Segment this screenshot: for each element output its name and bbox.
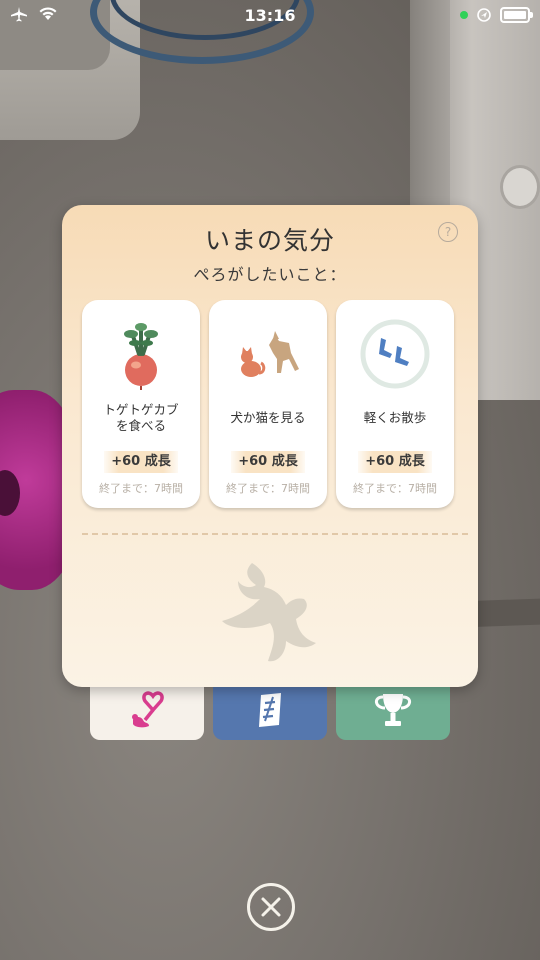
quest-scroll-icon [259, 693, 281, 727]
close-icon [261, 897, 281, 917]
option-label: 犬か猫を見る [230, 410, 306, 425]
mood-card: いまの気分 ? ぺろがしたいこと： トゲトゲカブ を食べる +60 成長 終了ま… [62, 205, 478, 687]
tab-trophies[interactable] [336, 680, 450, 740]
option-reward: +60 成長 [104, 451, 178, 473]
option-art [82, 318, 200, 390]
status-right-icons [460, 7, 533, 23]
option-art [336, 318, 454, 390]
location-icon [477, 8, 491, 22]
card-subtitle: ぺろがしたいこと： [193, 265, 347, 284]
option-label: トゲトゲカブ を食べる [103, 402, 179, 433]
footprints-icon [360, 319, 430, 389]
option-card-short-walk[interactable]: 軽くお散歩 +60 成長 終了まで：7時間 [336, 300, 454, 508]
option-art [209, 318, 327, 390]
camera-in-use-indicator [460, 11, 468, 19]
battery-icon [500, 7, 533, 23]
trophy-icon [375, 694, 411, 726]
option-time-left: 終了まで：7時間 [353, 482, 437, 495]
close-button[interactable] [247, 883, 295, 931]
pet-heart-icon [132, 691, 164, 728]
tab-pet[interactable] [90, 680, 204, 740]
tab-quests[interactable] [213, 680, 327, 740]
help-icon[interactable]: ? [438, 222, 458, 242]
status-time: 13:16 [244, 6, 296, 25]
dashed-divider [82, 533, 468, 535]
option-reward: +60 成長 [231, 451, 305, 473]
status-bar: 13:16 [0, 0, 540, 32]
dog-cat-icon [241, 331, 299, 377]
option-reward: +60 成長 [358, 451, 432, 473]
turnip-icon [124, 323, 158, 390]
option-card-eat-turnip[interactable]: トゲトゲカブ を食べる +60 成長 終了まで：7時間 [82, 300, 200, 508]
option-time-left: 終了まで：7時間 [226, 482, 310, 495]
pet-silhouette-icon [222, 563, 316, 662]
option-card-see-dog-cat[interactable]: 犬か猫を見る +60 成長 終了まで：7時間 [209, 300, 327, 508]
background-washer-knob [500, 165, 540, 209]
option-label: 軽くお散歩 [363, 410, 427, 425]
option-time-left: 終了まで：7時間 [99, 482, 183, 495]
card-title: いまの気分 [204, 226, 335, 255]
